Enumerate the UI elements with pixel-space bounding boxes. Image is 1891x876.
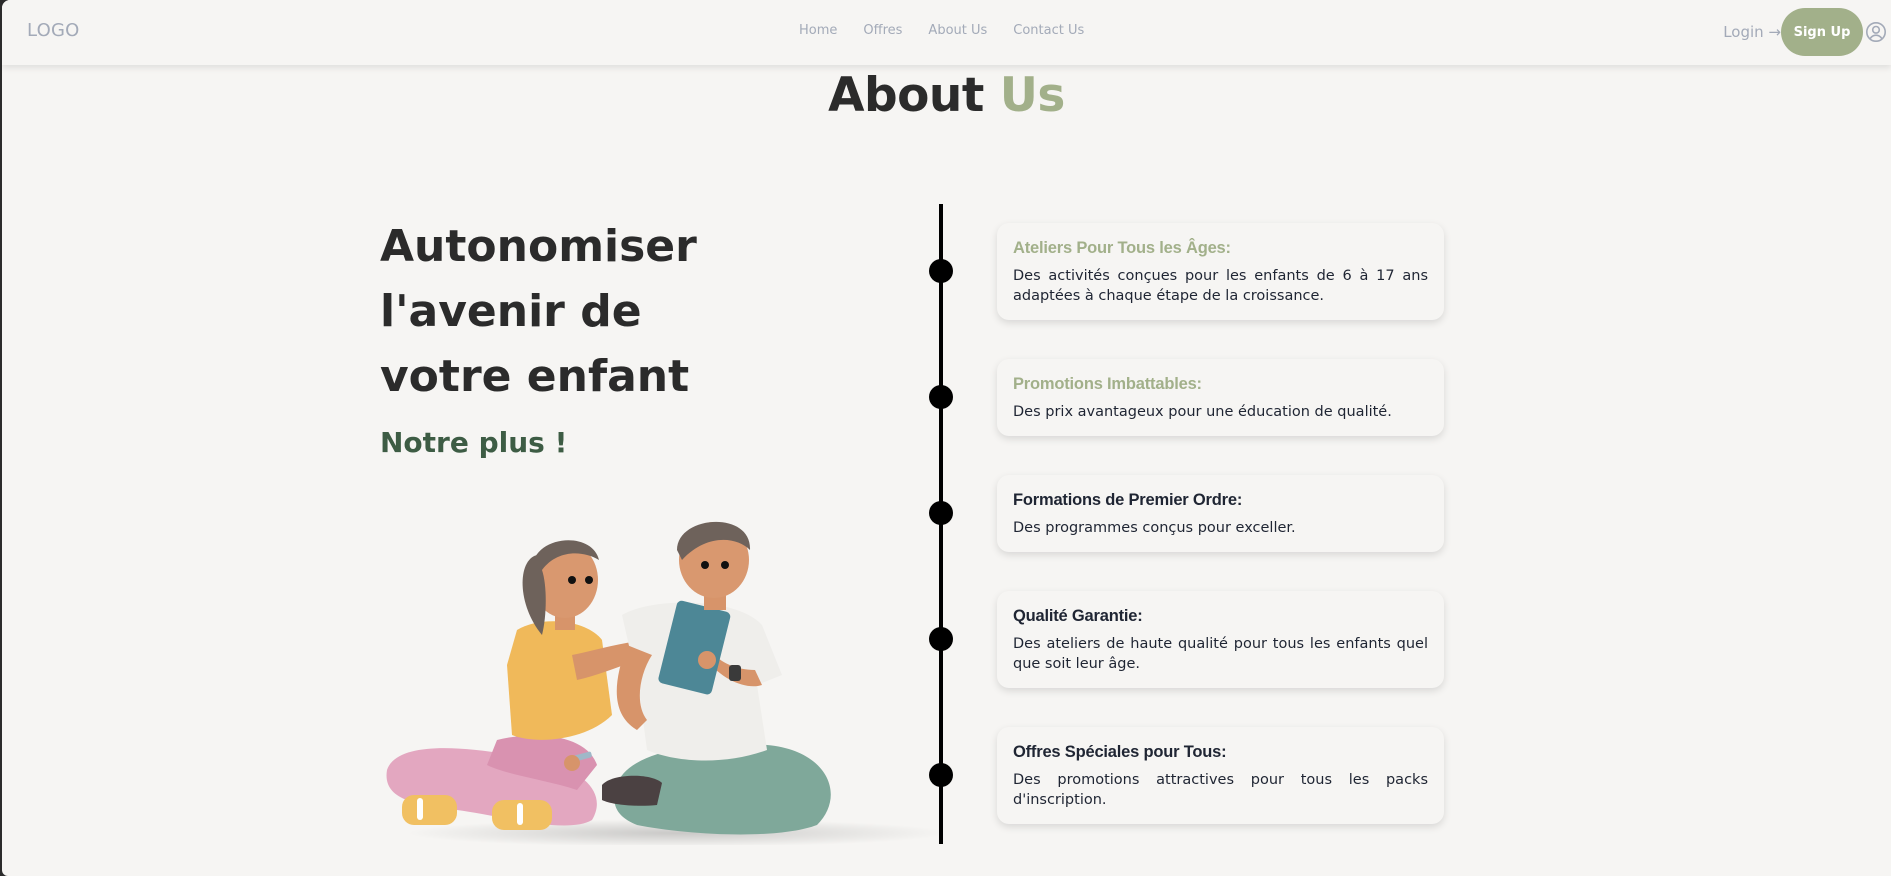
nav-links: Home Offres About Us Contact Us <box>799 23 1110 38</box>
signup-button[interactable]: Sign Up <box>1781 8 1863 56</box>
logo[interactable]: LOGO <box>27 20 79 41</box>
timeline-dot <box>929 763 953 787</box>
timeline-card-text: Des prix avantageux pour une éducation d… <box>1013 404 1392 420</box>
nav-actions: Login → Sign Up <box>1723 8 1891 56</box>
timeline-card: Promotions Imbattables: Des prix avantag… <box>997 359 1444 436</box>
timeline-card-title: Qualité Garantie: <box>1013 607 1143 625</box>
timeline-dot <box>929 501 953 525</box>
timeline-dot <box>929 627 953 651</box>
timeline-card-text: Des ateliers de haute qualité pour tous … <box>1013 636 1428 672</box>
timeline-card-text: Des programmes conçus pour exceller. <box>1013 520 1296 536</box>
user-circle-icon[interactable] <box>1865 21 1887 43</box>
timeline-card: Offres Spéciales pour Tous: Des promotio… <box>997 727 1444 824</box>
nav-link-about-us[interactable]: About Us <box>928 23 987 38</box>
hero-headline-line: l'avenir de <box>380 286 642 337</box>
timeline-dot <box>929 385 953 409</box>
login-link[interactable]: Login → <box>1723 23 1781 41</box>
nav-link-offres[interactable]: Offres <box>863 23 902 38</box>
hero-headline-line: votre enfant <box>380 351 690 402</box>
browser-viewport: LOGO Home Offres About Us Contact Us Log… <box>2 0 1891 876</box>
navbar: LOGO Home Offres About Us Contact Us Log… <box>2 0 1891 65</box>
timeline-card-text: Des promotions attractives pour tous les… <box>1013 772 1428 808</box>
timeline-card-title: Offres Spéciales pour Tous: <box>1013 743 1227 761</box>
hero-headline: Autonomiser l'avenir de votre enfant <box>380 214 720 409</box>
two-kids-with-tablet-illustration <box>386 521 942 845</box>
timeline-card-title: Promotions Imbattables: <box>1013 375 1202 393</box>
hero-subheadline: Notre plus ! <box>380 426 568 459</box>
timeline-card-title: Formations de Premier Ordre: <box>1013 491 1243 509</box>
section-title-main: About <box>828 68 984 123</box>
section-title: About Us <box>2 68 1891 123</box>
timeline-card: Formations de Premier Ordre: Des program… <box>997 475 1444 552</box>
nav-link-home[interactable]: Home <box>799 23 837 38</box>
timeline-dot <box>929 259 953 283</box>
timeline-card-text: Des activités conçues pour les enfants d… <box>1013 268 1428 304</box>
hero-headline-line: Autonomiser <box>380 221 697 272</box>
boy-figure <box>602 521 831 835</box>
timeline-card: Qualité Garantie: Des ateliers de haute … <box>997 591 1444 688</box>
nav-link-contact-us[interactable]: Contact Us <box>1013 23 1084 38</box>
section-title-accent: Us <box>999 68 1066 123</box>
timeline-card: Ateliers Pour Tous les Âges: Des activit… <box>997 223 1444 320</box>
timeline-card-title: Ateliers Pour Tous les Âges: <box>1013 239 1231 257</box>
